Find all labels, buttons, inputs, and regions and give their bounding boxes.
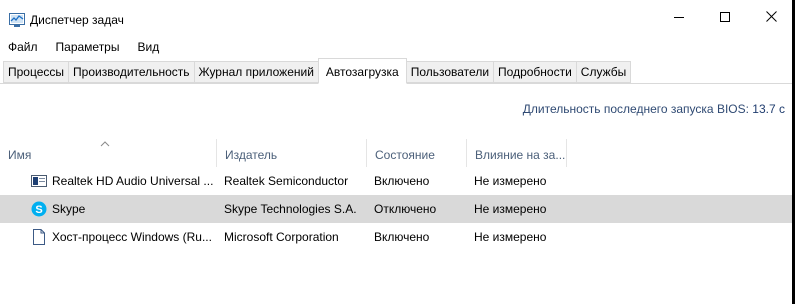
- bios-time-label: Длительность последнего запуска BIOS:: [522, 102, 749, 116]
- menu-bar: Файл Параметры Вид: [0, 37, 168, 57]
- row-publisher: Realtek Semiconductor: [224, 174, 349, 188]
- task-manager-icon: [9, 13, 25, 27]
- row-status: Отключено: [374, 202, 437, 216]
- table-header: Имя Издатель Состояние Влияние на за...: [0, 139, 792, 167]
- menu-view[interactable]: Вид: [128, 37, 168, 57]
- row-publisher: Microsoft Corporation: [224, 230, 339, 244]
- row-name: Skype: [52, 202, 86, 216]
- tab-app-history[interactable]: Журнал приложений: [193, 61, 318, 83]
- close-icon: [765, 11, 777, 25]
- tab-users[interactable]: Пользователи: [406, 61, 494, 83]
- menu-file[interactable]: Файл: [0, 37, 47, 57]
- tab-strip: Процессы Производительность Журнал прило…: [0, 57, 792, 84]
- tab-startup[interactable]: Автозагрузка: [317, 58, 407, 84]
- minimize-button[interactable]: [656, 0, 702, 36]
- realtek-audio-icon: [31, 173, 47, 189]
- table-row[interactable]: Realtek HD Audio Universal ... Realtek S…: [0, 167, 792, 195]
- document-icon: [31, 229, 47, 245]
- svg-text:S: S: [35, 204, 42, 216]
- startup-list: Realtek HD Audio Universal ... Realtek S…: [0, 167, 792, 251]
- row-impact: Не измерено: [474, 174, 547, 188]
- bios-time-value: 13.7 с: [752, 102, 785, 116]
- column-header-name[interactable]: Имя: [0, 139, 217, 167]
- maximize-button[interactable]: [702, 0, 748, 36]
- maximize-icon: [720, 11, 730, 25]
- close-button[interactable]: [748, 0, 794, 36]
- column-header-status[interactable]: Состояние: [367, 139, 467, 167]
- window-title: Диспетчер задач: [30, 13, 124, 27]
- title-bar: Диспетчер задач: [0, 0, 792, 36]
- task-manager-window: Диспетчер задач Файл Параметры Вид Проце…: [0, 0, 792, 304]
- tab-services[interactable]: Службы: [575, 61, 632, 83]
- table-row[interactable]: Хост-процесс Windows (Ru... Microsoft Co…: [0, 223, 792, 251]
- row-status: Включено: [374, 230, 430, 244]
- tab-details[interactable]: Подробности: [493, 61, 576, 83]
- row-impact: Не измерено: [474, 230, 547, 244]
- row-publisher: Skype Technologies S.A.: [224, 202, 357, 216]
- row-name: Realtek HD Audio Universal ...: [52, 174, 214, 188]
- column-header-startup-impact[interactable]: Влияние на за...: [467, 139, 567, 167]
- row-name: Хост-процесс Windows (Ru...: [52, 230, 212, 244]
- row-status: Включено: [374, 174, 430, 188]
- row-impact: Не измерено: [474, 202, 547, 216]
- tab-performance[interactable]: Производительность: [68, 61, 194, 83]
- column-header-publisher[interactable]: Издатель: [217, 139, 367, 167]
- tab-processes[interactable]: Процессы: [3, 61, 69, 83]
- bios-time: Длительность последнего запуска BIOS: 13…: [523, 102, 785, 116]
- menu-options[interactable]: Параметры: [47, 37, 129, 57]
- table-row[interactable]: S Skype Skype Technologies S.A. Отключен…: [0, 195, 792, 223]
- skype-icon: S: [31, 201, 47, 217]
- minimize-icon: [674, 11, 684, 25]
